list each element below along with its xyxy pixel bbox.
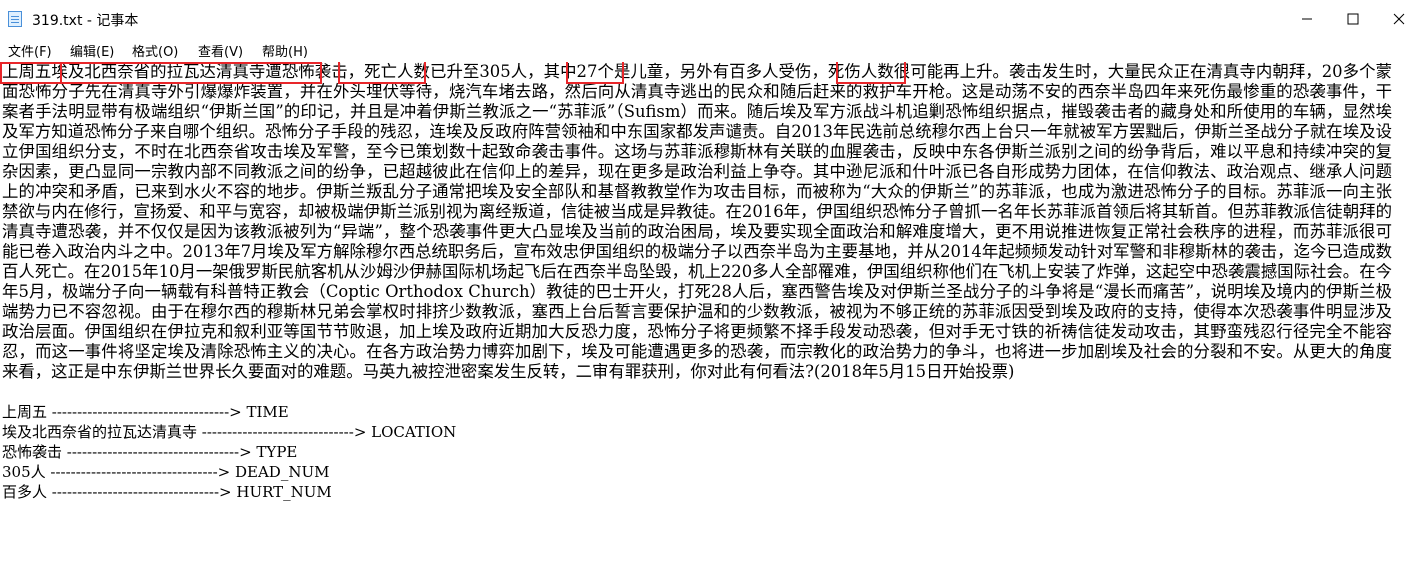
highlight-box-time xyxy=(0,62,62,84)
highlight-box-location xyxy=(60,62,322,84)
highlight-box-hurt-num xyxy=(836,62,906,84)
menu-view[interactable]: 查看(V) xyxy=(198,41,243,60)
menu-help[interactable]: 帮助(H) xyxy=(262,41,308,60)
document-text[interactable]: 上周五埃及北西奈省的拉瓦达清真寺遭恐怖袭击，死亡人数已升至305人，其中27个是… xyxy=(2,62,1392,502)
title-bar: 319.txt - 记事本 xyxy=(0,0,1422,38)
paragraph: 上周五埃及北西奈省的拉瓦达清真寺遭恐怖袭击，死亡人数已升至305人，其中27个是… xyxy=(2,62,1392,381)
menu-bar: 文件(F) 编辑(E) 格式(O) 查看(V) 帮助(H) xyxy=(0,38,1422,62)
close-icon xyxy=(1393,13,1405,25)
minimize-button[interactable] xyxy=(1284,0,1330,38)
maximize-button[interactable] xyxy=(1330,0,1376,38)
minimize-icon xyxy=(1302,18,1312,20)
annotation-line-time: 上周五 ----------------------------------->… xyxy=(2,403,289,421)
notepad-icon[interactable] xyxy=(8,11,22,27)
text-editor[interactable]: 上周五埃及北西奈省的拉瓦达清真寺遭恐怖袭击，死亡人数已升至305人，其中27个是… xyxy=(0,62,1422,569)
menu-file[interactable]: 文件(F) xyxy=(8,41,52,60)
window-title: 319.txt - 记事本 xyxy=(32,13,139,29)
close-button[interactable] xyxy=(1376,0,1422,38)
highlight-box-dead-num xyxy=(566,62,624,84)
annotation-line-hurt-num: 百多人 ---------------------------------> H… xyxy=(2,483,332,501)
annotation-line-location: 埃及北西奈省的拉瓦达清真寺 --------------------------… xyxy=(2,423,457,441)
maximize-icon xyxy=(1347,13,1359,25)
annotation-line-type: 恐怖袭击 ---------------------------------->… xyxy=(2,443,298,461)
menu-edit[interactable]: 编辑(E) xyxy=(70,41,114,60)
annotation-line-dead-num: 305人 ---------------------------------> … xyxy=(2,463,330,481)
highlight-box-type xyxy=(338,62,426,84)
menu-format[interactable]: 格式(O) xyxy=(132,41,178,60)
